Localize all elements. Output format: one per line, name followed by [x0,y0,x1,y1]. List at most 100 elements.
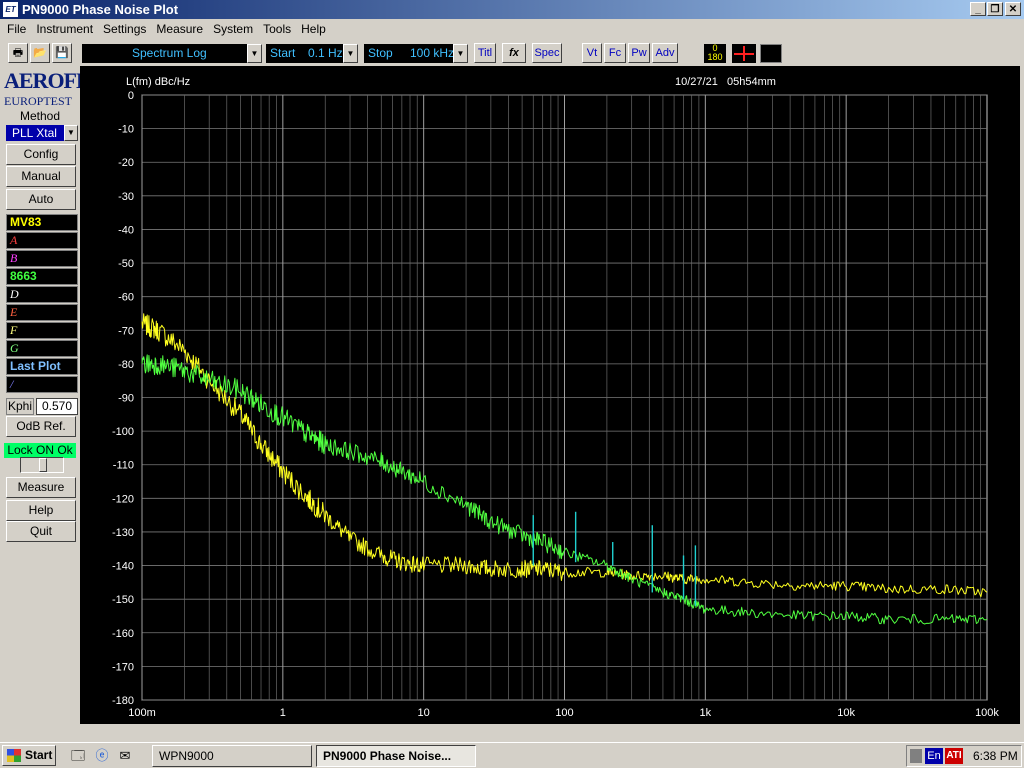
open-folder-icon[interactable]: 📂 [30,43,50,63]
y-tick-label: -40 [118,224,134,236]
measure-button[interactable]: Measure [6,477,76,498]
trace-8663[interactable]: 8663 [6,268,78,285]
save-icon[interactable]: 💾 [52,43,72,63]
window-title: PN9000 Phase Noise Plot [22,2,179,17]
toolbar: 🖶 📂 💾 Spectrum Log ▼ Start 0.1 Hz ▼ Stop… [0,41,1024,66]
trace-g[interactable]: G [6,340,78,357]
kphi-value[interactable]: 0.570 [36,398,78,415]
y-tick-label: -10 [118,124,134,136]
y-tick-label: -60 [118,292,134,304]
trace-f[interactable]: F [6,322,78,339]
system-tray: En ATI 6:38 PM [906,745,1022,767]
function-button[interactable]: fx [502,43,526,63]
vt-button[interactable]: Vt [582,43,602,63]
lock-status-badge: Lock ON Ok [4,443,76,458]
y-tick-label: -120 [112,493,134,505]
trace-label: MV83 [10,215,42,229]
kphi-label: Kphi [6,398,34,415]
method-select[interactable]: PLL Xtal ▼ [6,125,78,141]
task-label: PN9000 Phase Noise... [323,749,452,763]
logo-line2: EUROPTEST [4,94,73,108]
trace-mv83[interactable]: MV83 [6,214,78,231]
menu-tools[interactable]: Tools [258,20,296,39]
language-indicator[interactable]: En [925,748,943,764]
ati-icon[interactable]: ATI [945,748,963,764]
chevron-down-icon: ▼ [453,44,468,63]
internet-explorer-icon[interactable]: ⓔ [94,748,110,764]
help-button[interactable]: Help [6,500,76,521]
trace-d[interactable]: D [6,286,78,303]
manual-button[interactable]: Manual [6,166,76,187]
spec-button[interactable]: Spec [532,43,562,63]
trace-label: 8663 [10,269,37,283]
outlook-icon[interactable]: ✉ [117,748,133,764]
chart-grid [141,94,988,701]
method-label: Method [19,109,61,123]
stop-frequency-dropdown[interactable]: Stop 100 kHz ▼ [364,44,468,63]
color-swatch[interactable] [760,44,782,63]
start-label: Start [270,46,296,60]
title-bar: ET PN9000 Phase Noise Plot _ ❐ ✕ [0,0,1024,19]
taskbar: Start 🗔 ⓔ ✉ WPN9000 PN9000 Phase Noise..… [0,742,1024,768]
y-tick-label: -160 [112,628,134,640]
show-desktop-icon[interactable]: 🗔 [70,748,86,764]
odb-ref-button[interactable]: OdB Ref. [6,416,76,437]
trace-label: B [10,251,18,265]
y-tick-labels: 0 -10 -20 -30 -40 -50 -60 -70 -80 -90 -100 -110 -120… [112,90,134,707]
config-button[interactable]: Config [6,144,76,165]
task-pn9000-phase-noise[interactable]: PN9000 Phase Noise... [316,745,476,767]
menu-system[interactable]: System [208,20,258,39]
phase-noise-chart: 0 -10 -20 -30 -40 -50 -60 -70 -80 -90 -100 -110 -120… [112,76,999,719]
y-tick-label: -170 [112,661,134,673]
menu-help[interactable]: Help [296,20,331,39]
y-tick-label: -70 [118,325,134,337]
y-axis-label: L(fm) dBc/Hz [126,76,190,88]
y-tick-label: -100 [112,426,134,438]
range-indicator[interactable]: 0 180 [704,44,726,63]
trace-last-plot[interactable]: Last Plot [6,358,78,375]
y-tick-label: -150 [112,594,134,606]
app-icon: ET [3,2,18,17]
start-frequency-dropdown[interactable]: Start 0.1 Hz ▼ [266,44,358,63]
trace-label: G [10,341,19,355]
slider-thumb[interactable] [39,458,47,472]
trace-e[interactable]: E [6,304,78,321]
lock-slider[interactable] [20,457,64,473]
x-tick-label: 100m [128,707,156,719]
menu-measure[interactable]: Measure [151,20,208,39]
trace-label: E [10,305,18,319]
quit-button[interactable]: Quit [6,521,76,542]
restore-button[interactable]: ❐ [987,2,1003,16]
stop-label: Stop [368,46,393,60]
mode-dropdown[interactable]: Spectrum Log ▼ [82,44,262,63]
title-button[interactable]: Titl [474,43,496,63]
stop-value: 100 kHz [410,46,455,60]
menu-settings[interactable]: Settings [98,20,151,39]
adv-button[interactable]: Adv [652,43,678,63]
task-wpn9000[interactable]: WPN9000 [152,745,312,767]
x-tick-label: 100 [555,707,573,719]
minimize-button[interactable]: _ [970,2,986,16]
y-tick-label: -50 [118,258,134,270]
mode-value: Spectrum Log [132,46,207,60]
print-icon[interactable]: 🖶 [8,43,28,63]
x-tick-label: 10 [418,707,430,719]
menu-instrument[interactable]: Instrument [31,20,98,39]
auto-button[interactable]: Auto [6,189,76,210]
trace-slash[interactable]: / [6,376,78,393]
sidebar: AEROFLEX EUROPTEST Method PLL Xtal ▼ Con… [0,66,119,742]
trace-label: A [10,233,18,247]
close-button[interactable]: ✕ [1005,2,1021,16]
start-button[interactable]: Start [2,745,56,766]
menu-bar: File Instrument Settings Measure System Tools… [0,20,1024,39]
pw-button[interactable]: Pw [628,43,650,63]
trace-label: F [10,323,18,337]
trace-b[interactable]: B [6,250,78,267]
trace-label: Last Plot [10,359,61,373]
x-tick-label: 1 [280,707,286,719]
menu-file[interactable]: File [2,20,31,39]
cursor-icon[interactable] [732,44,756,63]
trace-a[interactable]: A [6,232,78,249]
fc-button[interactable]: Fc [604,43,626,63]
network-icon[interactable] [910,749,922,763]
